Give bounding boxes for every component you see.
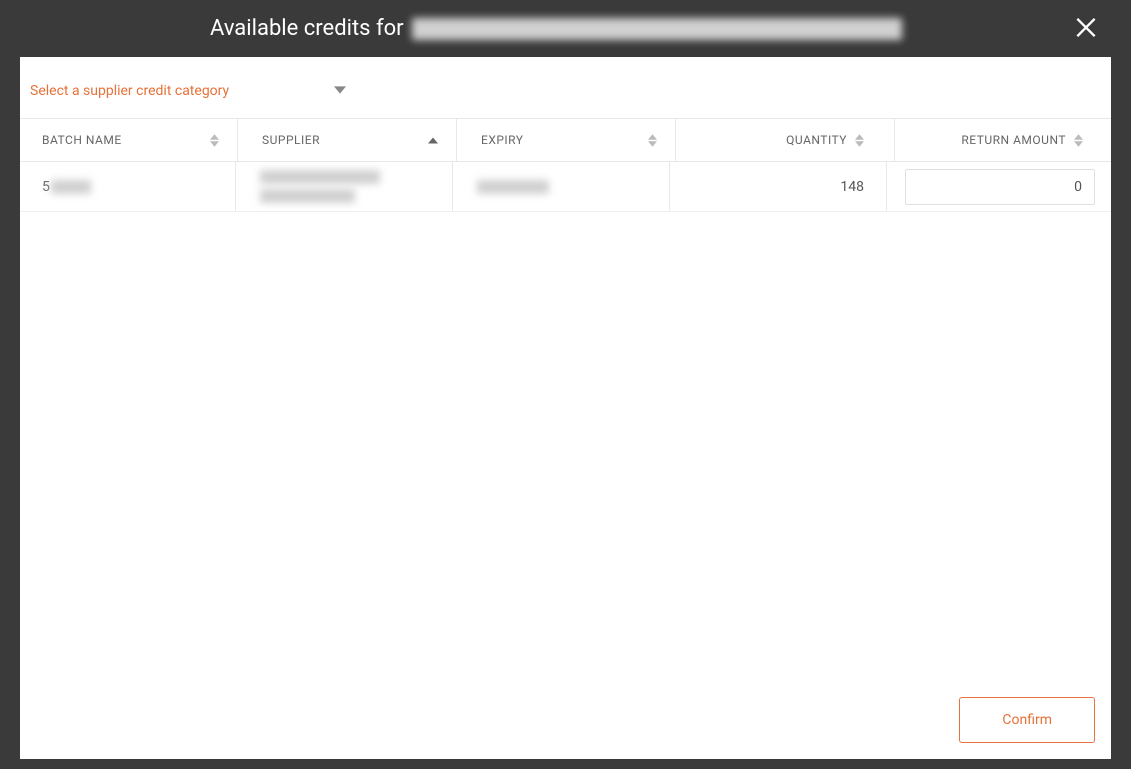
cell-quantity: 148 — [670, 162, 887, 211]
category-select-label: Select a supplier credit category — [30, 83, 229, 99]
column-label: QUANTITY — [786, 133, 847, 147]
column-label: RETURN AMOUNT — [961, 133, 1066, 147]
modal-body: Select a supplier credit category BATCH … — [20, 57, 1111, 759]
cell-batch-name: 5 — [20, 162, 236, 211]
close-icon — [1073, 14, 1099, 40]
modal-header: Available credits for — [0, 0, 1131, 57]
chevron-down-icon — [334, 81, 346, 100]
credits-table: BATCH NAME SUPPLIER EXPIRY — [20, 118, 1111, 212]
quantity-value: 148 — [840, 179, 864, 195]
cell-expiry — [453, 162, 670, 211]
cell-return-amount — [887, 162, 1111, 211]
column-header-return-amount[interactable]: RETURN AMOUNT — [895, 119, 1111, 161]
supplier-credit-category-select[interactable]: Select a supplier credit category — [20, 57, 1111, 118]
modal-footer: Confirm — [959, 697, 1095, 743]
sort-asc-icon — [428, 137, 438, 144]
sort-icon — [648, 134, 657, 147]
cell-supplier — [236, 162, 453, 211]
modal-title-prefix: Available credits for — [210, 16, 404, 41]
expiry-redacted — [477, 180, 549, 194]
close-button[interactable] — [1069, 10, 1103, 47]
table-row: 5 148 — [20, 162, 1111, 212]
modal-title: Available credits for — [210, 16, 902, 41]
batch-name-prefix: 5 — [42, 179, 50, 195]
confirm-button[interactable]: Confirm — [959, 697, 1095, 743]
column-header-quantity[interactable]: QUANTITY — [676, 119, 895, 161]
modal-title-product — [412, 18, 902, 40]
supplier-name-redacted-2 — [260, 189, 355, 203]
table-body: 5 148 — [20, 162, 1111, 212]
column-header-expiry[interactable]: EXPIRY — [457, 119, 676, 161]
table-header-row: BATCH NAME SUPPLIER EXPIRY — [20, 118, 1111, 162]
column-header-supplier[interactable]: SUPPLIER — [238, 119, 457, 161]
column-label: BATCH NAME — [42, 133, 122, 147]
column-label: EXPIRY — [481, 133, 524, 147]
sort-icon — [855, 134, 864, 147]
column-header-batch-name[interactable]: BATCH NAME — [20, 119, 238, 161]
column-label: SUPPLIER — [262, 133, 320, 147]
sort-icon — [1074, 134, 1083, 147]
supplier-name-redacted — [260, 170, 380, 184]
return-amount-input[interactable] — [905, 169, 1095, 205]
batch-name-redacted — [51, 180, 91, 194]
sort-icon — [210, 134, 219, 147]
